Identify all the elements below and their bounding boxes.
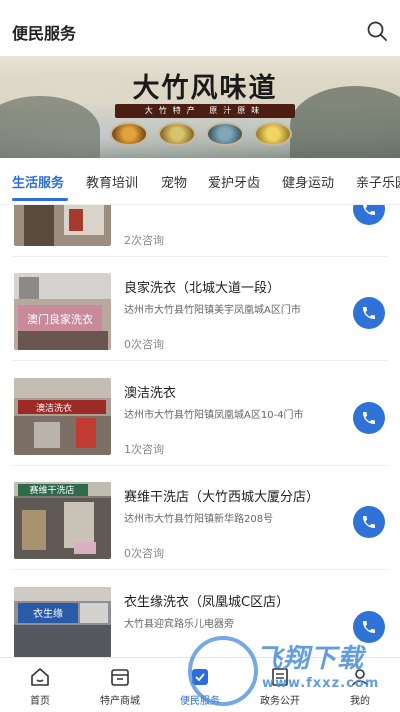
home-icon	[31, 668, 49, 686]
shop-name: 良家洗衣（北城大道一段）	[124, 281, 281, 296]
tab-fitness[interactable]: 健身运动	[282, 172, 334, 191]
shop-sign-text: 衣生缘	[33, 607, 63, 620]
banner-subtitle: 大竹特产 原汁原味	[115, 104, 295, 118]
call-button[interactable]	[353, 205, 385, 225]
shop-address: 大竹县迎宾路乐儿电器旁	[124, 619, 234, 630]
shop-name: 衣生缘洗衣（凤凰城C区店）	[124, 595, 290, 610]
call-button[interactable]	[353, 402, 385, 434]
food-dish-image	[206, 122, 244, 146]
shop-thumbnail	[14, 205, 111, 246]
active-tab-indicator	[12, 198, 68, 201]
shop-thumbnail: 衣生缘	[14, 587, 111, 657]
shop-address: 达州市大竹县竹阳镇新华路208号	[124, 514, 274, 525]
tab-parenting[interactable]: 亲子乐园	[356, 172, 400, 191]
phone-icon	[363, 307, 375, 319]
nav-label: 特产商城	[100, 696, 140, 707]
nav-home[interactable]: 首页	[0, 658, 80, 712]
shop-sign-text: 澳门良家洗衣	[27, 312, 93, 326]
food-dish-image	[254, 122, 292, 146]
consult-count: 1次咨询	[124, 443, 164, 456]
shop-address: 达州市大竹县竹阳镇凤凰城A区10-4门市	[124, 410, 304, 421]
phone-icon	[363, 412, 375, 424]
food-dish-image	[110, 122, 148, 146]
top-bar: 便民服务	[0, 0, 400, 62]
shop-name: 澳洁洗衣	[124, 386, 177, 401]
consult-count: 2次咨询	[124, 234, 164, 247]
watermark-url: www.fxxz.com	[262, 676, 380, 691]
shop-name: 赛维干洗店（大竹西城大厦分店）	[124, 490, 320, 505]
consult-count: 0次咨询	[124, 547, 164, 560]
watermark-text: 飞翔下载	[256, 644, 365, 674]
food-dish-image	[158, 122, 196, 146]
shop-list: 2次咨询 澳门良家洗衣 良家洗衣（北城大道一段） 达州市大竹县竹阳镇美宇凤凰城A…	[0, 205, 400, 657]
list-item[interactable]: 澳门良家洗衣 良家洗衣（北城大道一段） 达州市大竹县竹阳镇美宇凤凰城A区门市 0…	[0, 257, 400, 361]
watermark-logo-icon	[188, 636, 258, 706]
call-button[interactable]	[353, 297, 385, 329]
tab-pets[interactable]: 宠物	[161, 172, 187, 191]
shop-sign-text: 澳洁洗衣	[36, 402, 72, 414]
search-icon[interactable]	[366, 20, 388, 42]
banner-brand-text: 大竹风味道	[132, 73, 278, 104]
nav-label: 首页	[30, 696, 50, 707]
shop-thumbnail: 澳门良家洗衣	[14, 273, 111, 350]
list-item[interactable]: 2次咨询	[0, 205, 400, 257]
shop-thumbnail: 澳洁洗衣	[14, 378, 111, 455]
shop-thumbnail: 赛维干洗店	[14, 482, 111, 559]
nav-shop[interactable]: 特产商城	[80, 658, 160, 712]
consult-count: 0次咨询	[124, 338, 164, 351]
category-tabs: 生活服务 教育培训 宠物 爱护牙齿 健身运动 亲子乐园	[0, 160, 400, 202]
page-title: 便民服务	[12, 24, 77, 43]
promo-banner[interactable]: 大竹风味道 大竹特产 原汁原味	[0, 56, 400, 158]
tab-dental[interactable]: 爱护牙齿	[208, 172, 260, 191]
shop-sign-text: 赛维干洗店	[29, 484, 74, 496]
phone-icon	[363, 205, 375, 215]
call-button[interactable]	[353, 506, 385, 538]
tab-education[interactable]: 教育培训	[86, 172, 138, 191]
list-item[interactable]: 澳洁洗衣 澳洁洗衣 达州市大竹县竹阳镇凤凰城A区10-4门市 1次咨询	[0, 362, 400, 466]
shop-icon	[111, 669, 129, 686]
tab-life-service[interactable]: 生活服务	[12, 172, 64, 191]
phone-icon	[363, 516, 375, 528]
shop-address: 达州市大竹县竹阳镇美宇凤凰城A区门市	[124, 305, 301, 316]
list-item[interactable]: 赛维干洗店 赛维干洗店（大竹西城大厦分店） 达州市大竹县竹阳镇新华路208号 0…	[0, 466, 400, 570]
site-watermark: 飞翔下载 www.fxxz.com	[188, 632, 400, 712]
